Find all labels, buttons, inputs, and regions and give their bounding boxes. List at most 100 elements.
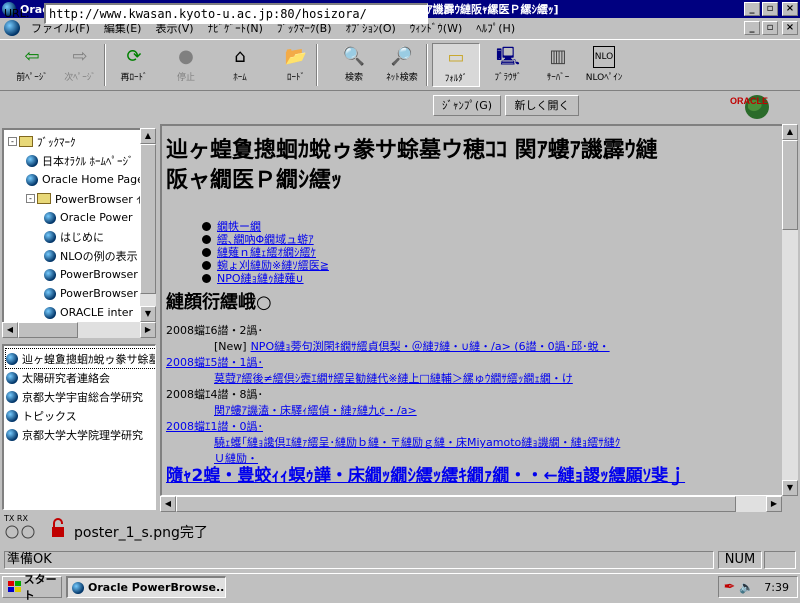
url-label: URL: xyxy=(4,7,30,20)
tree-item[interactable]: PowerBrowser xyxy=(44,265,138,284)
taskbar-window-button[interactable]: Oracle PowerBrowse... xyxy=(66,576,226,598)
txrx-lights-icon xyxy=(5,525,35,539)
open-new-button[interactable]: 新しく開く xyxy=(505,95,579,116)
content-scroll-up-arrow-icon[interactable]: ▲ xyxy=(782,124,798,140)
search-icon: 🔍 xyxy=(342,46,366,67)
news-date: 2008蟷ｴ6譛・2譌･ xyxy=(166,324,263,337)
toolbar-button-net-search[interactable]: 🔎 ﾈｯﾄ検索 xyxy=(378,43,426,87)
globe-icon xyxy=(6,352,18,365)
tree-item[interactable]: Oracle Home Page xyxy=(26,170,144,189)
tree-collapse-icon[interactable]: - xyxy=(26,194,35,203)
news-date[interactable]: 2008蟷ｴ5譛・1譌･ xyxy=(166,356,263,369)
scroll-right-arrow-icon[interactable]: ▶ xyxy=(140,322,156,338)
list-item[interactable]: 京都大学大学院理学研究 xyxy=(6,425,143,444)
folder-icon: ▭ xyxy=(447,47,465,68)
tree-item[interactable]: PowerBrowser xyxy=(44,284,138,303)
mdi-restore-button[interactable]: ▫ xyxy=(762,21,778,35)
toolbar-button-forward-arrow[interactable]: ⇨ 次ﾍﾟｰｼﾞ xyxy=(56,43,104,87)
toolbar-button-load-folder[interactable]: 📂 ﾛｰﾄﾞ xyxy=(272,43,320,87)
tree-item[interactable]: ORACLE inter xyxy=(44,303,133,322)
list-item[interactable]: トピックス xyxy=(6,406,77,425)
list-item[interactable]: 京都大学宇宙総合学研究 xyxy=(6,387,143,406)
list-item[interactable]: 辿ヶ蝗夐摠蛔ｶ蛻ゥ豢サ蜍墓 xyxy=(5,348,155,369)
toolbar-button-search[interactable]: 🔍 検索 xyxy=(330,43,378,87)
menu-help[interactable]: ﾍﾙﾌﾟ(H) xyxy=(469,20,522,36)
tray-speaker-icon[interactable]: 🔈 xyxy=(739,580,754,594)
tree-collapse-icon[interactable]: - xyxy=(8,137,17,146)
toolbar-button-stop[interactable]: ● 停止 xyxy=(162,43,210,87)
start-label: スタート xyxy=(23,573,57,602)
nav-link[interactable]: 縺薙ｎ縺ｪ繧ｵ繝ｼ繧ｹ xyxy=(217,246,316,259)
news-link[interactable]: 莫蒄ｱ繧後≠繧倶ｼ壼ｴ繝ｻ繧呈勧縺代※縺上□縺輔＞縲ゅｳ繝ｻ繧ｯ繝ｪ繝・け xyxy=(214,372,573,385)
tree-item-label: はじめに xyxy=(60,230,104,244)
oracle-logo: ORACLE xyxy=(728,92,786,122)
content-hscroll-thumb[interactable] xyxy=(176,496,736,512)
mdi-caption-buttons: _ ▫ × xyxy=(744,21,800,35)
nav-link-item: 蜿ょ刈縺励※縺ｿ繧医≧ xyxy=(202,259,329,272)
nav-link[interactable]: 繧､繝吶Φ繝域ュ蝣ｱ xyxy=(217,233,314,246)
nav-link[interactable]: NPO縺ｮ縺ｩ縺薙∪ xyxy=(217,272,304,285)
progress-text: poster_1_s.png完了 xyxy=(74,525,208,541)
txrx-indicator: TX RX xyxy=(4,514,40,544)
news-link[interactable]: 関ｱ螻ｱ譏溘・床驛ｨ繧偵・縺ｧ縺九¢・/a> xyxy=(214,404,417,417)
toolbar-button-reload[interactable]: ⟳ 再ﾛｰﾄﾞ xyxy=(110,43,158,87)
bottom-link[interactable]: 隨ｬ2蝗・豊蛟ｨｨ螟ｩ譁・床繝ｯ繝ｼ繧ｯ繧ｷ繝ｧ繝・・←縺ｮ謖ｯ繧願ｿ斐ｊ xyxy=(166,461,685,486)
news-item: [New] NPO縺ｮ蒡句渕閑ｷ繝ｻ繧貞倶梨・＠縺ｦ縺・∪縺・/a> (6譛・0譌… xyxy=(214,338,610,354)
jump-button[interactable]: ｼﾞｬﾝﾌﾟ(G) xyxy=(433,95,501,116)
close-button[interactable]: × xyxy=(782,2,798,16)
content-scroll-down-arrow-icon[interactable]: ▼ xyxy=(782,480,798,496)
scroll-left-arrow-icon[interactable]: ◀ xyxy=(2,322,18,338)
toolbar-button-nlo-pane[interactable]: NLO NLOﾍﾟｲﾝ xyxy=(580,43,628,87)
tree-item[interactable]: -PowerBrowser ｲﾝﾌｫﾒｰｼｮﾝ xyxy=(26,189,155,208)
bullet-icon xyxy=(202,261,211,270)
news-date: 2008蟷ｴ4譛・8譌･ xyxy=(166,388,263,401)
news-link[interactable]: NPO縺ｮ蒡句渕閑ｷ繝ｻ繧貞倶梨・＠縺ｦ縺・∪縺・/a> (6譛・0譌･邱･蛻・ xyxy=(251,340,610,353)
toolbar-button-back-arrow[interactable]: ⇦ 前ﾍﾟｰｼﾞ xyxy=(8,43,56,87)
url-bar xyxy=(0,92,800,120)
news-date[interactable]: 2008蟷ｴ1譛・0譌･ xyxy=(166,420,263,433)
scroll-down-arrow-icon[interactable]: ▼ xyxy=(140,306,156,322)
content-horizontal-scrollbar[interactable]: ◀ ▶ xyxy=(160,496,782,512)
content-scroll-right-arrow-icon[interactable]: ▶ xyxy=(766,496,782,512)
content-scroll-thumb[interactable] xyxy=(782,140,798,230)
tree-horizontal-scrollbar[interactable]: ◀ ▶ xyxy=(2,322,156,338)
content-scroll-left-arrow-icon[interactable]: ◀ xyxy=(160,496,176,512)
scroll-up-arrow-icon[interactable]: ▲ xyxy=(140,128,156,144)
list-item[interactable]: 太陽研究者連絡会 xyxy=(6,368,110,387)
document-globe-icon[interactable] xyxy=(4,20,20,36)
start-button[interactable]: スタート xyxy=(2,573,62,602)
bookmark-tree[interactable]: - ﾌﾞｯｸﾏｰｸ 日本ｵﾗｸﾙ ﾎｰﾑﾍﾟｰｼﾞ Oracle Home Page -… xyxy=(2,128,156,338)
net-search-icon: 🔎 xyxy=(390,46,414,67)
mdi-close-button[interactable]: × xyxy=(782,21,798,35)
toolbar-button-browser[interactable]: 🖳 ﾌﾞﾗｳｻﾞ xyxy=(484,43,532,87)
tray-pen-icon[interactable]: ✒ xyxy=(724,579,736,595)
tree-item[interactable]: Oracle Power xyxy=(44,208,133,227)
mdi-minimize-button[interactable]: _ xyxy=(744,21,760,35)
tree-item-label: 日本ｵﾗｸﾙ ﾎｰﾑﾍﾟｰｼﾞ xyxy=(42,154,134,168)
tree-scroll-thumb[interactable] xyxy=(140,144,156,294)
history-list[interactable]: 辿ヶ蝗夐摠蛔ｶ蛻ゥ豢サ蜍墓 太陽研究者連絡会 京都大学宇宙総合学研究 トピックス 京都大… xyxy=(2,344,156,510)
maximize-button[interactable]: ▫ xyxy=(762,2,778,16)
nav-link[interactable]: 蜿ょ刈縺励※縺ｿ繧医≧ xyxy=(217,259,329,272)
toolbar-button-label: 次ﾍﾟｰｼﾞ xyxy=(64,73,96,83)
tree-item[interactable]: NLOの例の表示 xyxy=(44,246,138,265)
tree-vertical-scrollbar[interactable]: ▲ ▼ xyxy=(140,128,156,322)
clock[interactable]: 7:39 xyxy=(764,581,789,594)
content-vertical-scrollbar[interactable]: ▲ ▼ xyxy=(782,124,798,496)
oracle-globe-logo-icon: ORACLE xyxy=(730,95,769,119)
toolbar-button-label: 検索 xyxy=(344,73,363,83)
toolbar-button-home[interactable]: ⌂ ﾎｰﾑ xyxy=(216,43,264,87)
nav-link[interactable]: 繝帙ー繝 xyxy=(217,220,261,233)
tree-item[interactable]: 日本ｵﾗｸﾙ ﾎｰﾑﾍﾟｰｼﾞ xyxy=(26,151,134,170)
tree-hscroll-thumb[interactable] xyxy=(18,322,78,338)
url-input[interactable]: http://www.kwasan.kyoto-u.ac.jp:80/hosiz… xyxy=(44,3,428,24)
news-item: 2008蟷ｴ1譛・0譌･ xyxy=(166,418,263,434)
tree-item[interactable]: はじめに xyxy=(44,227,104,246)
stop-icon: ● xyxy=(178,46,194,67)
toolbar-button-folder[interactable]: ▭ ﾌｫﾙﾀﾞ xyxy=(432,43,480,87)
minimize-button[interactable]: _ xyxy=(744,2,760,16)
news-link[interactable]: 驍ｪ蠖｢縺ｮ讒倶ｴ縺ｧ繧呈･縺励ｂ縺・〒縺励ｇ縺・床Miyamoto縺ｮ譏繝・縺… xyxy=(214,436,620,449)
toolbar-button-server[interactable]: ▥ ｻｰﾊﾞｰ xyxy=(534,43,582,87)
globe-icon xyxy=(44,268,56,281)
tree-item[interactable]: - ﾌﾞｯｸﾏｰｸ xyxy=(8,132,76,151)
